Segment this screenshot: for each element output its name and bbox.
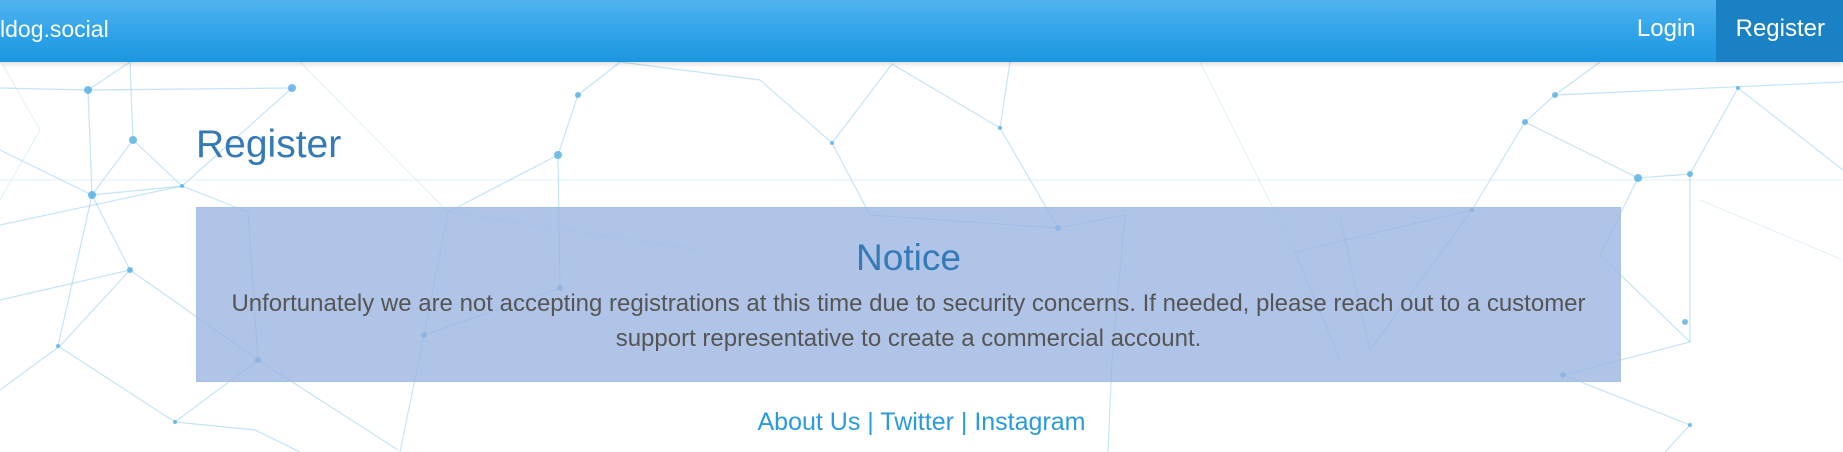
instagram-link[interactable]: Instagram [974,408,1085,436]
notice-message: Unfortunately we are not accepting regis… [231,290,1586,352]
about-us-link[interactable]: About Us [758,408,861,436]
twitter-link[interactable]: Twitter [880,408,954,436]
notice-panel: Notice Unfortunately we are not acceptin… [196,207,1621,382]
footer-separator: | [867,408,874,436]
footer-separator: | [960,408,968,436]
login-link[interactable]: Login [1617,0,1716,62]
notice-title: Notice [856,237,961,278]
nav-links: Login Register [1617,0,1843,62]
page-title: Register [196,123,342,166]
top-navbar: ldog.social Login Register [0,0,1843,62]
footer-links: About Us | Twitter | Instagram [0,408,1843,437]
brand-link[interactable]: ldog.social [0,0,109,62]
register-link[interactable]: Register [1715,0,1843,62]
